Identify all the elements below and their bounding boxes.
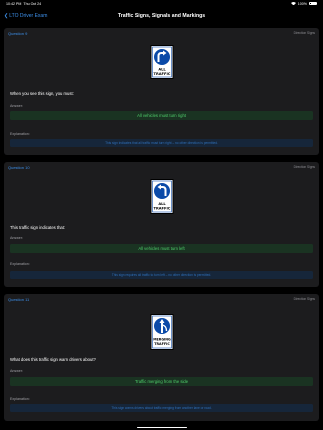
explanation-label: Explanation: [10,397,30,401]
traffic-sign-image: ALL TRAFFIC [150,45,173,84]
wifi-icon [290,1,296,6]
question-card: Question 10 Direction Signs ALL TRAFFIC … [4,162,319,287]
status-time: 10:42 PM Thu Oct 24 [6,1,42,6]
sign-text-line1: MERGING [153,338,171,342]
explanation-label: Explanation: [10,262,30,266]
battery-icon [309,1,317,6]
question-number: Question 11 [8,297,30,303]
merging-traffic-icon: MERGING TRAFFIC [150,314,173,350]
category-label: Direction Signs [293,165,315,170]
status-bar: 10:42 PM Thu Oct 24 100% [0,0,323,8]
question-text: When you see this sign, you must: [10,91,74,96]
question-card: Question 11 Direction Signs MERGING TRAF… [4,294,319,421]
answer-box: All vehicles must turn left [10,244,313,253]
home-indicator[interactable] [136,426,187,428]
traffic-sign-image: ALL TRAFFIC [150,179,173,219]
traffic-sign-image: MERGING TRAFFIC [150,314,173,355]
sign-text-line1: ALL [158,202,166,206]
explanation-box: This sign indicates that all traffic mus… [10,139,313,147]
question-number: Question 10 [8,165,30,171]
sign-text-line1: ALL [158,68,166,72]
battery-percent: 100% [297,1,307,6]
turn-left-arrow-icon: ALL TRAFFIC [150,179,173,214]
question-text: What does this traffic sign warn drivers… [10,357,96,362]
answer-label: Answer: [10,236,23,240]
explanation-box: This sign warns drivers about traffic me… [10,404,313,412]
sign-text-line2: TRAFFIC [154,342,170,346]
answer-box: All vehicles must turn right [10,111,313,120]
category-label: Direction Signs [293,31,315,36]
page-title: Traffic Signs, Signals and Markings [117,12,206,19]
answer-box: Traffic merging from the side [10,377,313,386]
explanation-label: Explanation: [10,132,30,136]
sign-text-line2: TRAFFIC [153,207,170,211]
navigation-bar: ❮ LTO Driver Exam Traffic Signs, Signals… [0,8,323,25]
question-card: Question 9 Direction Signs ALL TRAFFIC W… [4,28,319,155]
answer-label: Answer: [10,104,23,108]
category-label: Direction Signs [293,297,315,302]
sign-text-line2: TRAFFIC [153,72,170,76]
answer-label: Answer: [10,369,23,373]
question-number: Question 9 [8,31,28,37]
turn-right-arrow-icon: ALL TRAFFIC [150,45,173,79]
explanation-box: This sign requires all traffic to turn l… [10,271,313,279]
question-text: This traffic sign indicates that: [10,225,66,230]
